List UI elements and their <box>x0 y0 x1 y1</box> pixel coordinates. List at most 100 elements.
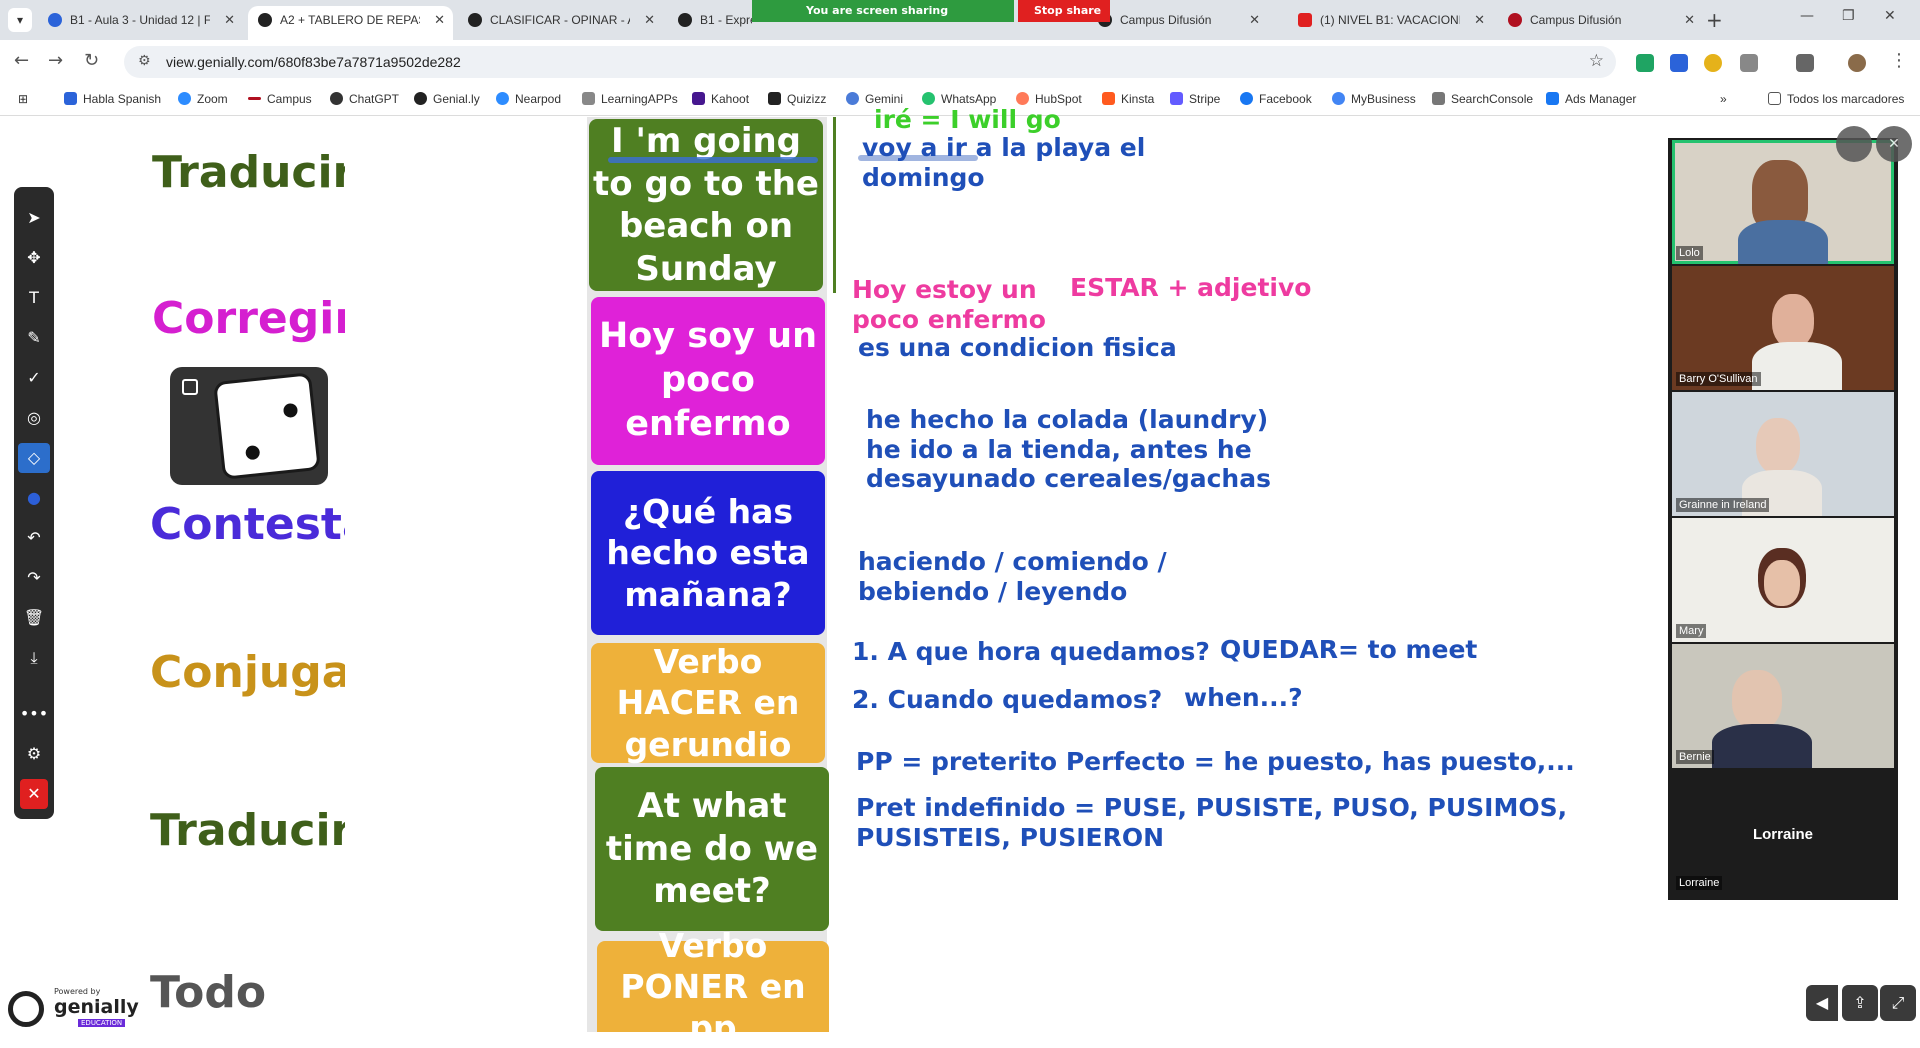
close-icon[interactable]: ✕ <box>644 6 655 34</box>
tab-search-button[interactable]: ▾ <box>8 8 32 32</box>
extension-icon[interactable] <box>1670 54 1688 72</box>
card-conjugar-2[interactable]: Verbo PONER en pp <box>597 926 829 1047</box>
bookmark-mybusiness[interactable]: MyBusiness <box>1332 92 1416 106</box>
genially-brand-logo[interactable]: Powered by genially EDUCATION <box>8 987 139 1027</box>
sidebar-label-contesta[interactable]: Contesta <box>150 499 372 550</box>
bookmark-quizizz[interactable]: Quizizz <box>768 92 826 106</box>
close-icon[interactable]: ✕ <box>1876 126 1912 162</box>
undo-icon[interactable]: ↶ <box>14 523 54 553</box>
text-tool-icon[interactable]: T <box>14 283 54 313</box>
more-icon[interactable]: ••• <box>14 699 54 729</box>
tab-campus-difusion[interactable]: Campus Difusión ✕ <box>1088 6 1268 40</box>
pointer-tool-icon[interactable]: ➤ <box>14 203 54 233</box>
tab-clasificar[interactable]: CLASIFICAR - OPINAR - A ✕ <box>458 6 663 40</box>
close-icon[interactable]: ✕ <box>1684 6 1695 34</box>
bookmark-whatsapp[interactable]: WhatsApp <box>922 92 996 106</box>
color-picker-icon[interactable]: ● <box>14 483 54 513</box>
tab-b1-aula3[interactable]: B1 - Aula 3 - Unidad 12 | F ✕ <box>38 6 243 40</box>
bookmark-chatgpt[interactable]: ChatGPT <box>330 92 399 106</box>
redo-icon[interactable]: ↷ <box>14 563 54 593</box>
extension-icon[interactable] <box>1704 54 1722 72</box>
settings-icon[interactable]: ⚙ <box>14 739 54 769</box>
sidebar-label-conjugar[interactable]: Conjugar <box>150 647 373 698</box>
close-icon[interactable]: ✕ <box>1249 6 1260 34</box>
participant-tile-barry[interactable]: Barry O'Sullivan <box>1672 266 1894 390</box>
card-traducir-2[interactable]: At what time do we meet? <box>595 767 829 931</box>
bookmark-kahoot[interactable]: Kahoot <box>692 92 749 106</box>
delete-icon[interactable] <box>1796 54 1814 72</box>
drive-extension-icon[interactable] <box>1636 54 1654 72</box>
brand-badge: EDUCATION <box>78 1019 126 1027</box>
apps-grid-icon[interactable]: ⊞ <box>18 92 28 106</box>
close-toolbar-icon[interactable]: ✕ <box>20 779 48 809</box>
tab-label: (1) NIVEL B1: VACACIONE <box>1320 13 1460 27</box>
bookmark-hubspot[interactable]: HubSpot <box>1016 92 1082 106</box>
profile-avatar[interactable] <box>1848 54 1866 72</box>
participant-tile-bernie[interactable]: Bernie <box>1672 644 1894 768</box>
menu-kebab-icon[interactable]: ⋮ <box>1890 50 1908 71</box>
share-icon[interactable]: ⇪ <box>1842 985 1878 1021</box>
close-icon[interactable]: ✕ <box>1474 6 1485 34</box>
fullscreen-icon[interactable]: ⤢ <box>1880 985 1916 1021</box>
video-panel-minimize-button[interactable] <box>1836 126 1872 162</box>
bookmark-campus[interactable]: Campus <box>248 92 312 106</box>
sidebar-label-traducir[interactable]: Traducir <box>152 147 354 198</box>
bookmark-label: Quizizz <box>787 92 827 106</box>
bookmark-searchconsole[interactable]: SearchConsole <box>1432 92 1533 106</box>
tab-b1-expresamos[interactable]: B1 - Expresamos nuestro <box>668 6 752 40</box>
sidebar-label-traducir-2[interactable]: Traducir <box>150 805 352 856</box>
bookmark-zoom[interactable]: Zoom <box>178 92 228 106</box>
stop-share-button[interactable]: Stop share <box>1018 0 1110 22</box>
all-bookmarks-folder[interactable]: Todos los marcadores <box>1768 92 1904 106</box>
bookmark-habla-spanish[interactable]: Habla Spanish <box>64 92 161 106</box>
bookmark-label: MyBusiness <box>1351 92 1416 106</box>
genially-icon <box>468 13 482 27</box>
card-conjugar[interactable]: Verbo HACER en gerundio <box>591 642 825 764</box>
download-icon[interactable]: ⤓ <box>14 643 54 673</box>
bookmark-star-icon[interactable]: ☆ <box>1589 51 1604 71</box>
spotlight-tool-icon[interactable]: ◎ <box>14 403 54 433</box>
participant-tile-lorraine[interactable]: Lorraine Lorraine <box>1672 770 1894 894</box>
close-icon[interactable]: ✕ <box>224 6 235 34</box>
new-tab-button[interactable]: + <box>1706 8 1723 32</box>
bookmark-nearpod[interactable]: Nearpod <box>496 92 561 106</box>
volume-icon[interactable]: ◀ <box>1806 985 1838 1021</box>
sidebar-label-corregir[interactable]: Corregir <box>152 293 356 344</box>
tab-nivel-b1-youtube[interactable]: (1) NIVEL B1: VACACIONE ✕ <box>1288 6 1493 40</box>
forward-icon[interactable]: → <box>48 50 63 71</box>
reload-icon[interactable]: ↻ <box>84 50 99 71</box>
card-traducir[interactable]: I 'm going to go to the beach on Sunday <box>589 119 823 291</box>
minimize-icon[interactable]: — <box>1800 8 1814 24</box>
bookmark-genially[interactable]: Genial.ly <box>414 92 480 106</box>
card-contesta[interactable]: ¿Qué has hecho esta mañana? <box>591 471 825 635</box>
restore-icon[interactable]: ❐ <box>1842 8 1855 24</box>
tab-a2-tablero[interactable]: A2 + TABLERO DE REPASO ✕ <box>248 6 453 40</box>
sidebar-label-todo[interactable]: Todo <box>150 967 266 1018</box>
bookmark-kinsta[interactable]: Kinsta <box>1102 92 1154 106</box>
bookmark-ads-manager[interactable]: Ads Manager <box>1546 92 1636 106</box>
bookmark-facebook[interactable]: Facebook <box>1240 92 1312 106</box>
bookmark-learningapps[interactable]: LearningAPPs <box>582 92 678 106</box>
site-info-icon[interactable]: ⚙ <box>138 53 151 69</box>
eraser-tool-icon[interactable]: ◇ <box>18 443 50 473</box>
note-voy-a-ir: voy a ir a la playa el domingo <box>862 133 1146 192</box>
extensions-puzzle-icon[interactable] <box>1740 54 1758 72</box>
tab-campus-difusion-2[interactable]: Campus Difusión ✕ <box>1498 6 1703 40</box>
move-tool-icon[interactable]: ✥ <box>14 243 54 273</box>
trash-icon[interactable]: 🗑 <box>14 603 54 633</box>
participant-name: Bernie <box>1676 750 1714 764</box>
chevron-right-icon[interactable]: » <box>1720 92 1727 106</box>
close-icon[interactable]: ✕ <box>434 6 445 34</box>
window-close-icon[interactable]: ✕ <box>1884 8 1896 24</box>
participant-tile-mary[interactable]: Mary <box>1672 518 1894 642</box>
participant-tile-grainne[interactable]: Grainne in Ireland <box>1672 392 1894 516</box>
bookmark-stripe[interactable]: Stripe <box>1170 92 1220 106</box>
address-bar[interactable]: ⚙ view.genially.com/680f83be7a7871a9502d… <box>124 46 1616 78</box>
check-tool-icon[interactable]: ✓ <box>14 363 54 393</box>
card-corregir[interactable]: Hoy soy un poco enfermo <box>591 297 825 465</box>
dice-pip <box>245 444 261 461</box>
dice-button[interactable] <box>170 367 328 485</box>
back-icon[interactable]: ← <box>14 50 29 71</box>
pen-tool-icon[interactable]: ✎ <box>14 323 54 353</box>
bookmark-gemini[interactable]: Gemini <box>846 92 903 106</box>
